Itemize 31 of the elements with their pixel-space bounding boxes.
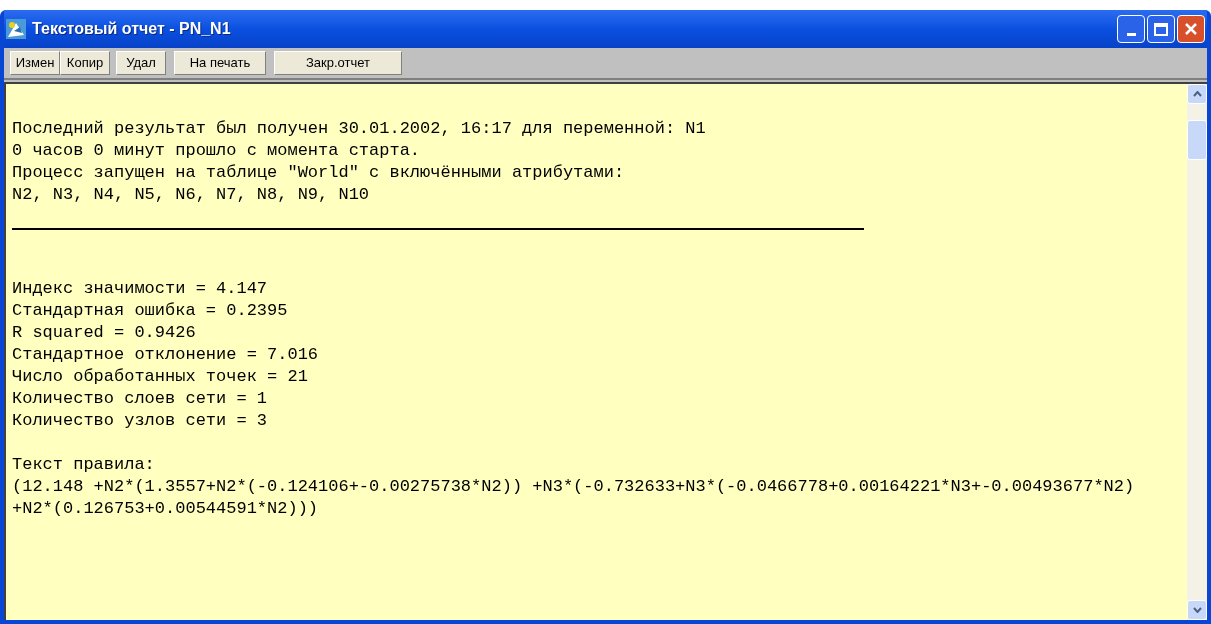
minimize-button[interactable] — [1117, 15, 1145, 43]
chevron-down-icon — [1192, 607, 1202, 613]
report-line: Количество узлов сети = 3 — [12, 410, 268, 432]
toolbar-button[interactable]: Закр.отчет — [274, 51, 402, 75]
scroll-thumb[interactable] — [1187, 120, 1207, 160]
report-line: Число обработанных точек = 21 — [12, 366, 308, 388]
report-line: Процесс запущен на таблице "World" с включёнными атрибутами: — [12, 162, 625, 184]
toolbar-button[interactable]: На печать — [174, 51, 266, 75]
maximize-button[interactable] — [1147, 15, 1175, 43]
toolbar-button[interactable]: Удал — [116, 51, 166, 75]
app-icon — [6, 19, 26, 39]
report-line: Последний результат был получен 30.01.2002, 16:17 для переменной: N1 — [12, 118, 706, 140]
close-button[interactable] — [1177, 15, 1205, 43]
report-line: N2, N3, N4, N5, N6, N7, N8, N9, N10 — [12, 184, 370, 206]
report-line: Текст правила: — [12, 454, 155, 476]
report-line: Стандартная ошибка = 0.2395 — [12, 300, 288, 322]
report-line: Индекс значимости = 4.147 — [12, 278, 268, 300]
toolbar-button[interactable]: Измен — [10, 51, 60, 75]
toolbar-button[interactable]: Копир — [60, 51, 110, 75]
window-title: Текстовый отчет - PN_N1 — [32, 19, 232, 39]
scroll-down-button[interactable] — [1187, 600, 1207, 620]
scroll-up-button[interactable] — [1187, 84, 1207, 104]
chevron-up-icon — [1192, 91, 1202, 97]
report-line: 0 часов 0 минут прошло с момента старта. — [12, 140, 421, 162]
report-line: +N2*(0.126753+0.00544591*N2))) — [12, 498, 319, 520]
close-icon — [1183, 21, 1199, 37]
report-line: (12.148 +N2*(1.3557+N2*(-0.124106+-0.00275738*N2)) +N3*(-0.732633+N3*(-0.0466778+0.00164221*N3+-0.00493677*N2) — [12, 476, 1135, 498]
report-line: Стандартное отклонение = 7.016 — [12, 344, 319, 366]
scrollbar[interactable] — [1187, 84, 1207, 620]
report-line: Количество слоев сети = 1 — [12, 388, 268, 410]
report-line: R squared = 0.9426 — [12, 322, 196, 344]
